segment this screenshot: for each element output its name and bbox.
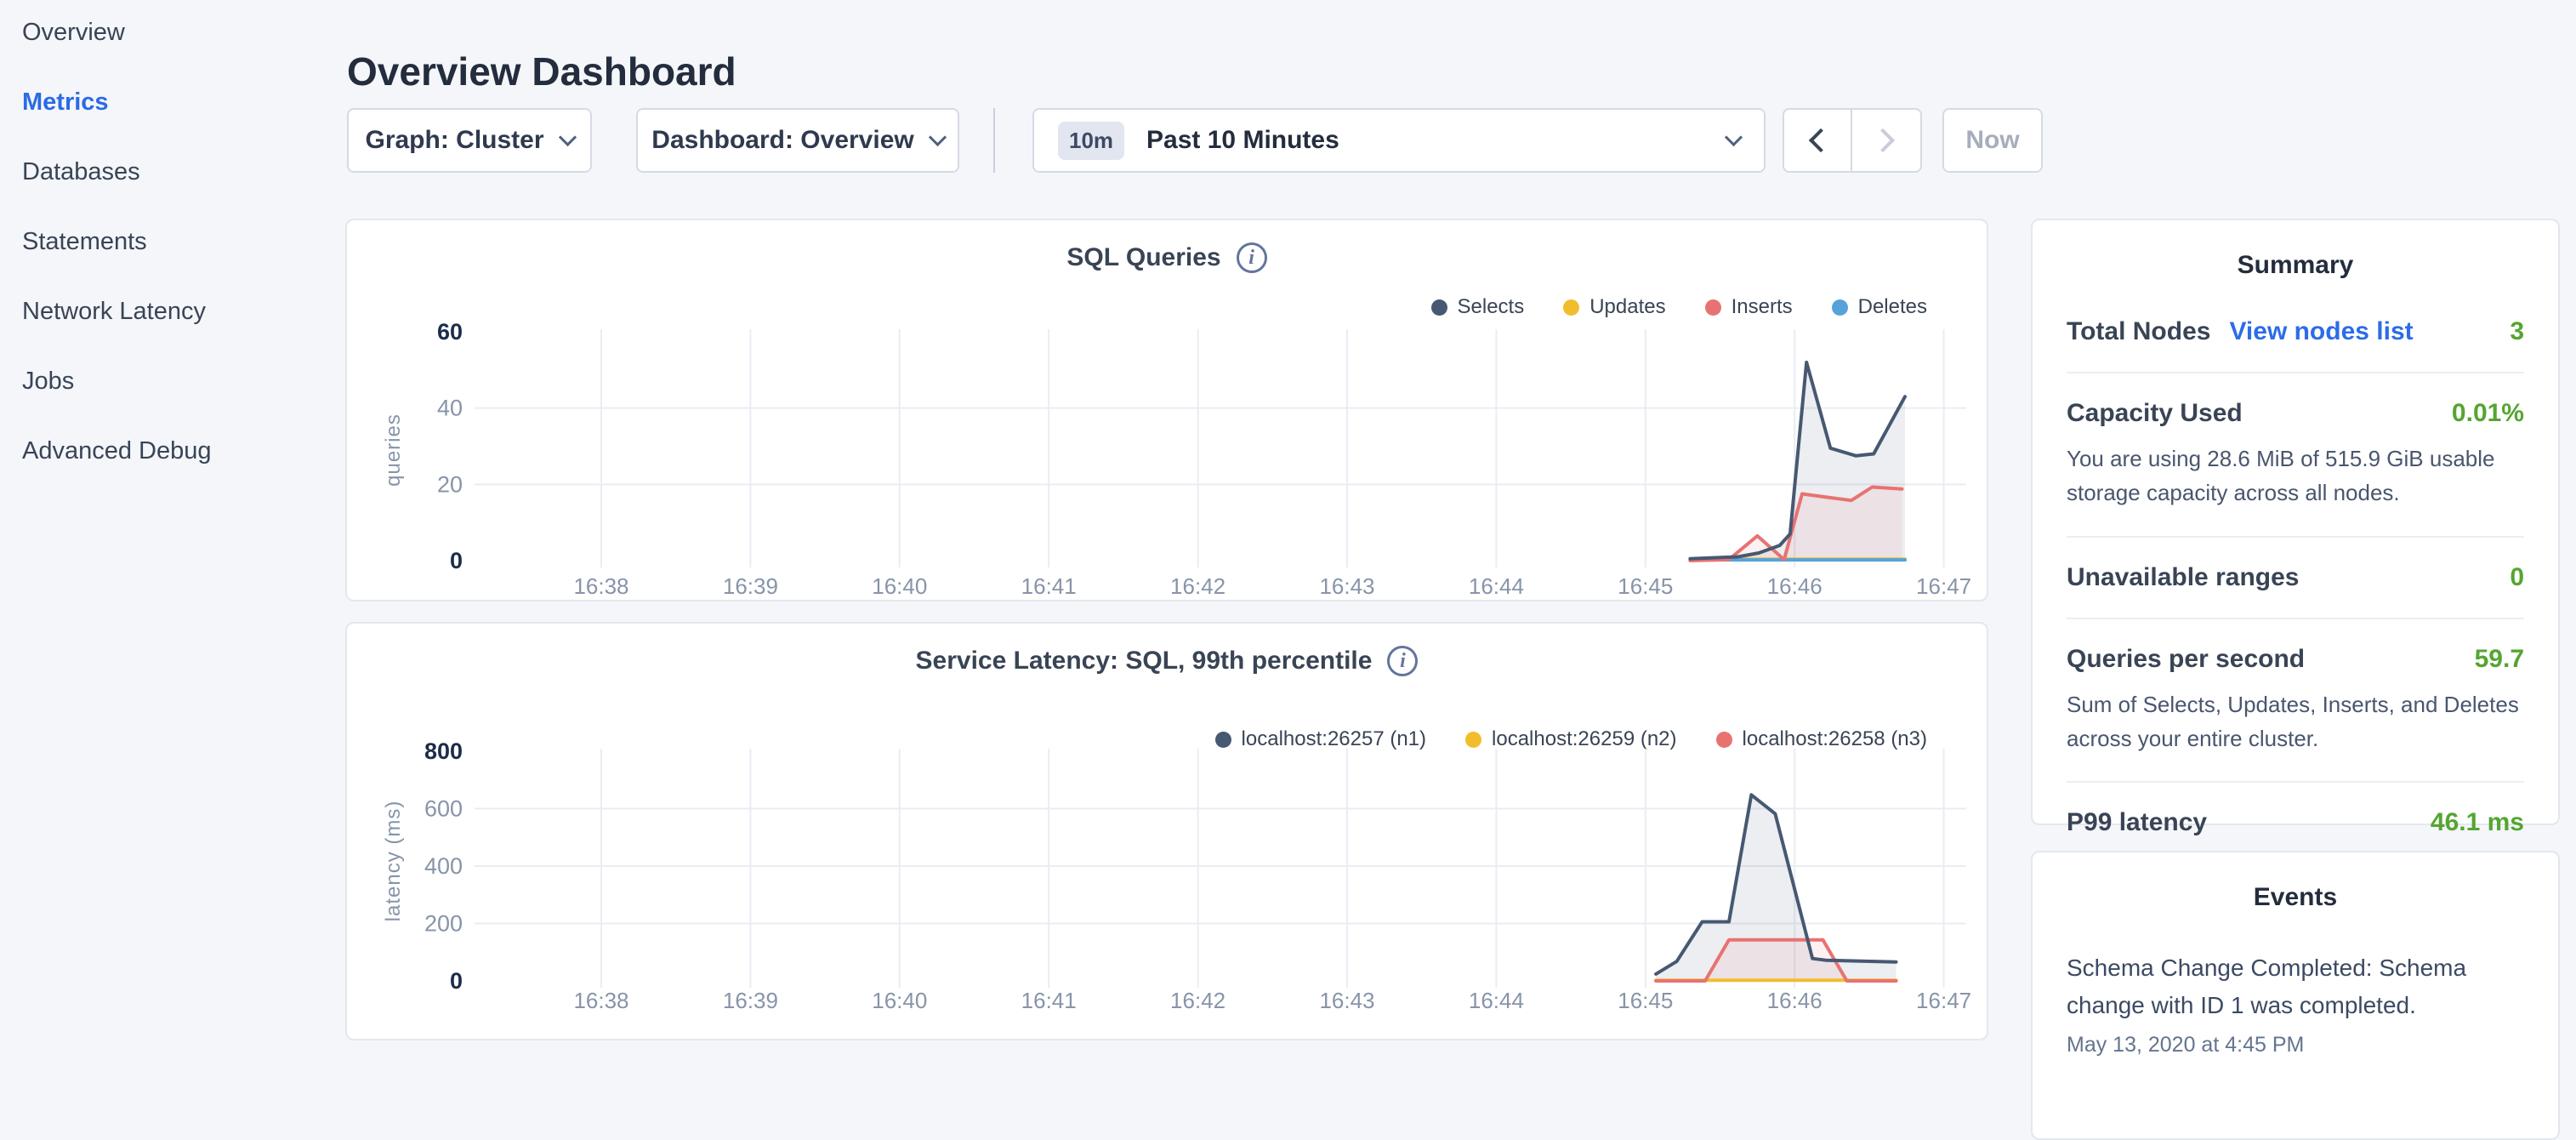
graph-dropdown-label: Graph: Cluster xyxy=(365,126,543,155)
summary-row-capacity-used: Capacity Used 0.01% xyxy=(2067,399,2524,428)
service-latency-panel: Service Latency: SQL, 99th percentile i … xyxy=(345,622,1988,1040)
sidebar-item-statements[interactable]: Statements xyxy=(22,229,147,254)
svg-text:600: 600 xyxy=(424,796,463,822)
summary-row-label: Capacity Used xyxy=(2067,399,2243,428)
sidebar-item-databases[interactable]: Databases xyxy=(22,159,140,185)
summary-row-label: Unavailable ranges xyxy=(2067,563,2299,592)
summary-card: Summary Total Nodes View nodes list 3 Capac… xyxy=(2031,219,2560,825)
summary-divider xyxy=(2067,618,2524,619)
svg-text:800: 800 xyxy=(424,738,463,764)
svg-text:0: 0 xyxy=(450,548,463,573)
page-title: Overview Dashboard xyxy=(347,48,736,94)
sidebar-item-network-latency[interactable]: Network Latency xyxy=(22,299,206,324)
now-button[interactable]: Now xyxy=(1942,108,2043,173)
event-text: Schema Change Completed: Schema change w… xyxy=(2067,949,2524,1024)
svg-text:queries: queries xyxy=(382,413,405,487)
events-heading: Events xyxy=(2067,883,2524,912)
summary-row-label: P99 latency xyxy=(2067,808,2207,837)
summary-divider xyxy=(2067,372,2524,373)
sql-queries-chart[interactable]: 16:38 16:39 16:40 16:41 16:42 16:43 16:44 16:45… xyxy=(347,220,1990,603)
sidebar-nav: Overview Metrics Databases Statements Networ… xyxy=(0,0,340,1052)
svg-text:16:45: 16:45 xyxy=(1618,573,1673,599)
time-window-selector[interactable]: 10m Past 10 Minutes xyxy=(1032,108,1766,173)
chevron-down-icon xyxy=(1725,128,1743,145)
summary-row-label: Queries per second xyxy=(2067,645,2305,674)
svg-text:16:47: 16:47 xyxy=(1916,988,1971,1013)
svg-text:16:41: 16:41 xyxy=(1021,988,1077,1013)
summary-row-subtext: Sum of Selects, Updates, Inserts, and De… xyxy=(2067,687,2524,756)
svg-text:16:38: 16:38 xyxy=(573,573,628,599)
events-card: Events Schema Change Completed: Schema c… xyxy=(2031,851,2560,1140)
svg-text:16:46: 16:46 xyxy=(1767,988,1823,1013)
chevron-right-icon xyxy=(1871,128,1895,152)
time-window-badge: 10m xyxy=(1058,122,1124,160)
summary-divider xyxy=(2067,536,2524,538)
dashboard-dropdown[interactable]: Dashboard: Overview xyxy=(636,108,959,173)
svg-text:400: 400 xyxy=(424,853,463,879)
event-item[interactable]: Schema Change Completed: Schema change w… xyxy=(2067,949,2524,1057)
summary-row-subtext: You are using 28.6 MiB of 515.9 GiB usab… xyxy=(2067,442,2524,510)
time-step-forward-button[interactable] xyxy=(1852,108,1922,173)
svg-text:16:38: 16:38 xyxy=(573,988,628,1013)
svg-text:60: 60 xyxy=(437,319,463,345)
svg-text:0: 0 xyxy=(450,968,463,994)
summary-heading: Summary xyxy=(2067,251,2524,280)
summary-row-value: 3 xyxy=(2510,317,2524,346)
chevron-left-icon xyxy=(1809,128,1833,152)
summary-row-queries-per-second: Queries per second 59.7 xyxy=(2067,645,2524,674)
sidebar-item-advanced-debug[interactable]: Advanced Debug xyxy=(22,438,212,464)
svg-text:16:47: 16:47 xyxy=(1916,573,1971,599)
sidebar-item-metrics[interactable]: Metrics xyxy=(22,89,109,115)
sidebar-item-jobs[interactable]: Jobs xyxy=(22,368,74,394)
summary-row-total-nodes: Total Nodes View nodes list 3 xyxy=(2067,317,2524,346)
graph-dropdown[interactable]: Graph: Cluster xyxy=(347,108,592,173)
svg-text:16:40: 16:40 xyxy=(872,988,927,1013)
svg-text:16:41: 16:41 xyxy=(1021,573,1077,599)
sql-queries-panel: SQL Queries i SelectsUpdatesInsertsDelet… xyxy=(345,219,1988,601)
summary-row-value: 0 xyxy=(2510,563,2524,592)
chevron-down-icon xyxy=(558,128,576,145)
summary-row-p99-latency: P99 latency 46.1 ms xyxy=(2067,808,2524,837)
dashboard-dropdown-label: Dashboard: Overview xyxy=(651,126,913,155)
event-timestamp: May 13, 2020 at 4:45 PM xyxy=(2067,1033,2524,1057)
svg-text:16:45: 16:45 xyxy=(1618,988,1673,1013)
summary-row-value: 0.01% xyxy=(2452,399,2524,428)
service-latency-chart[interactable]: 16:38 16:39 16:40 16:41 16:42 16:43 16:44 16:45… xyxy=(347,624,1990,1042)
time-window-label: Past 10 Minutes xyxy=(1146,126,1705,155)
svg-text:16:46: 16:46 xyxy=(1767,573,1823,599)
svg-text:16:43: 16:43 xyxy=(1319,988,1374,1013)
summary-row-unavailable-ranges: Unavailable ranges 0 xyxy=(2067,563,2524,592)
svg-text:16:39: 16:39 xyxy=(723,988,778,1013)
svg-text:20: 20 xyxy=(437,471,463,497)
svg-text:latency (ms): latency (ms) xyxy=(382,801,405,922)
summary-row-label: Total Nodes xyxy=(2067,317,2210,346)
svg-text:16:40: 16:40 xyxy=(872,573,927,599)
svg-text:16:44: 16:44 xyxy=(1469,573,1524,599)
svg-text:16:42: 16:42 xyxy=(1170,988,1225,1013)
time-step-buttons xyxy=(1783,108,1922,173)
summary-row-value: 46.1 ms xyxy=(2431,808,2524,837)
time-step-back-button[interactable] xyxy=(1783,108,1852,173)
summary-row-value: 59.7 xyxy=(2475,645,2524,674)
controls-divider xyxy=(993,108,995,173)
summary-divider xyxy=(2067,781,2524,783)
svg-text:16:42: 16:42 xyxy=(1170,573,1225,599)
view-nodes-list-link[interactable]: View nodes list xyxy=(2229,317,2413,346)
svg-text:200: 200 xyxy=(424,911,463,937)
svg-text:16:43: 16:43 xyxy=(1319,573,1374,599)
svg-text:16:39: 16:39 xyxy=(723,573,778,599)
sidebar-item-overview[interactable]: Overview xyxy=(22,20,125,45)
chevron-down-icon xyxy=(929,128,947,145)
svg-text:40: 40 xyxy=(437,396,463,421)
svg-text:16:44: 16:44 xyxy=(1469,988,1524,1013)
